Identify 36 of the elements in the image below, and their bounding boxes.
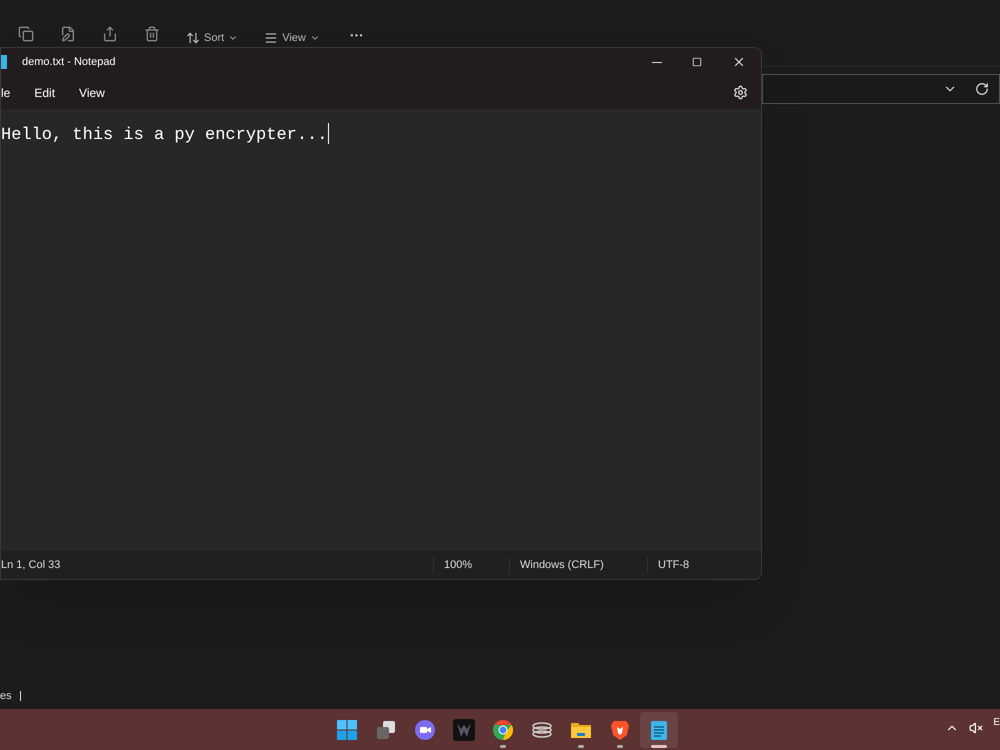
windows-logo-icon <box>336 719 358 741</box>
menu-item[interactable]: le <box>1 84 22 102</box>
refresh-icon[interactable] <box>975 82 989 96</box>
window-title: demo.txt - Notepad <box>22 54 116 70</box>
notepad-icon <box>648 719 670 741</box>
status-bar-text: 100% <box>433 556 509 574</box>
video-chat-icon <box>414 719 436 741</box>
delete-icon <box>144 26 160 42</box>
task-view-icon <box>375 719 397 741</box>
close-icon <box>732 55 746 69</box>
lines-icon <box>264 30 278 45</box>
chrome-icon <box>492 719 514 741</box>
sort-button[interactable]: Sort <box>182 30 242 46</box>
share-icon <box>102 26 118 42</box>
text-cursor <box>328 123 330 144</box>
explorer-status-text: es <box>0 688 12 704</box>
tray-text: E <box>993 716 1000 730</box>
menu-item[interactable]: View <box>67 84 117 102</box>
claw-logo-icon <box>453 719 475 741</box>
notepad-icon <box>1 55 7 69</box>
speaker-muted-icon[interactable] <box>969 721 984 735</box>
settings-icon[interactable] <box>733 85 748 100</box>
editor-text: Hello, this is a py encrypter... <box>1 125 328 147</box>
copy-icon <box>18 26 34 42</box>
more-button[interactable]: ··· <box>342 25 372 46</box>
rename-icon <box>60 26 76 42</box>
view-button[interactable]: View <box>260 30 324 46</box>
maximize-icon <box>692 57 702 67</box>
lion-shield-icon <box>609 719 631 741</box>
status-bar-text: UTF-8 <box>647 556 690 574</box>
status-bar-text: Windows (CRLF) <box>509 556 647 574</box>
text-editor[interactable]: Hello, this is a py encrypter... <box>1 109 761 551</box>
taskbar-app-button[interactable] <box>640 712 678 748</box>
sort-arrows-icon <box>186 30 200 45</box>
menu-item[interactable]: Edit <box>22 84 68 102</box>
status-bar-text: Ln 1, Col 33 <box>1 558 62 573</box>
